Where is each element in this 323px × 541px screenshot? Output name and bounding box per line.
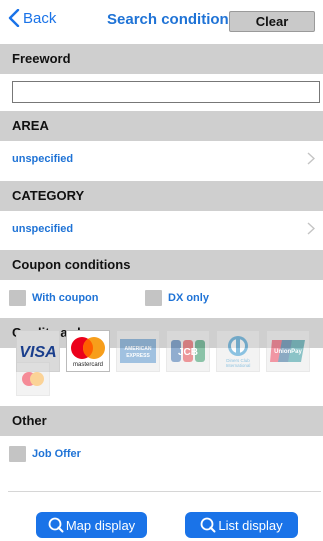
svg-text:International: International [226,363,251,368]
category-select[interactable]: unspecified [0,212,323,246]
checkbox-box [145,290,162,306]
freeword-input[interactable] [12,81,320,103]
unionpay-icon: UnionPay [270,340,305,362]
coupon-header: Coupon conditions [0,250,323,280]
list-display-label: List display [218,517,283,533]
back-button[interactable]: Back [8,9,56,27]
category-header: CATEGORY [0,181,323,211]
area-select[interactable]: unspecified [0,142,323,176]
card-diners[interactable]: Diners Club International [216,330,260,372]
map-display-label: Map display [65,517,136,533]
dx-only-checkbox[interactable]: DX only [145,290,209,306]
clear-button[interactable]: Clear [229,11,315,32]
other-header: Other [0,406,323,436]
svg-text:VISA: VISA [19,344,56,360]
svg-text:JCB: JCB [178,347,198,358]
card-amex[interactable]: AMERICAN EXPRESS [116,330,160,372]
card-mastercard-alt[interactable] [16,362,50,396]
chevron-right-icon [307,222,315,235]
card-mastercard[interactable]: mastercard [66,330,110,372]
category-value: unspecified [12,223,74,235]
checkbox-box [9,446,26,462]
job-offer-label: Job Offer [32,448,81,460]
svg-text:AMERICAN: AMERICAN [125,346,152,352]
svg-text:EXPRESS: EXPRESS [126,353,150,359]
divider [8,491,321,492]
page-title: Search condition [107,11,229,28]
dx-only-label: DX only [168,292,209,304]
visa-icon: VISA [19,344,56,360]
map-display-button[interactable]: Map display [36,512,147,538]
diners-icon: Diners ClubInternational [226,336,251,368]
freeword-header: Freeword [0,44,323,74]
chevron-right-icon [307,152,315,165]
area-value: unspecified [12,153,74,165]
jcb-icon: JCB [171,340,205,362]
chevron-left-icon [8,9,20,27]
checkbox-box [9,290,26,306]
back-label: Back [23,9,57,27]
with-coupon-checkbox[interactable]: With coupon [9,290,99,306]
amex-icon: AMERICANEXPRESS [120,339,156,363]
mastercard-icon: mastercard [71,337,105,368]
area-header: AREA [0,111,323,141]
other-options: Job Offer [0,439,323,469]
svg-text:UnionPay: UnionPay [274,349,302,355]
svg-text:mastercard: mastercard [73,362,103,368]
mastercard-small-icon [22,372,44,386]
list-display-button[interactable]: List display [185,512,298,538]
card-unionpay[interactable]: UnionPay [266,330,310,372]
card-jcb[interactable]: JCB [166,330,210,372]
navigation-bar: Back Search condition Clear [0,0,323,40]
coupon-options: With coupon DX only [0,283,323,313]
search-icon [200,517,216,533]
search-icon [48,517,64,533]
with-coupon-label: With coupon [32,292,99,304]
job-offer-checkbox[interactable]: Job Offer [9,446,81,462]
